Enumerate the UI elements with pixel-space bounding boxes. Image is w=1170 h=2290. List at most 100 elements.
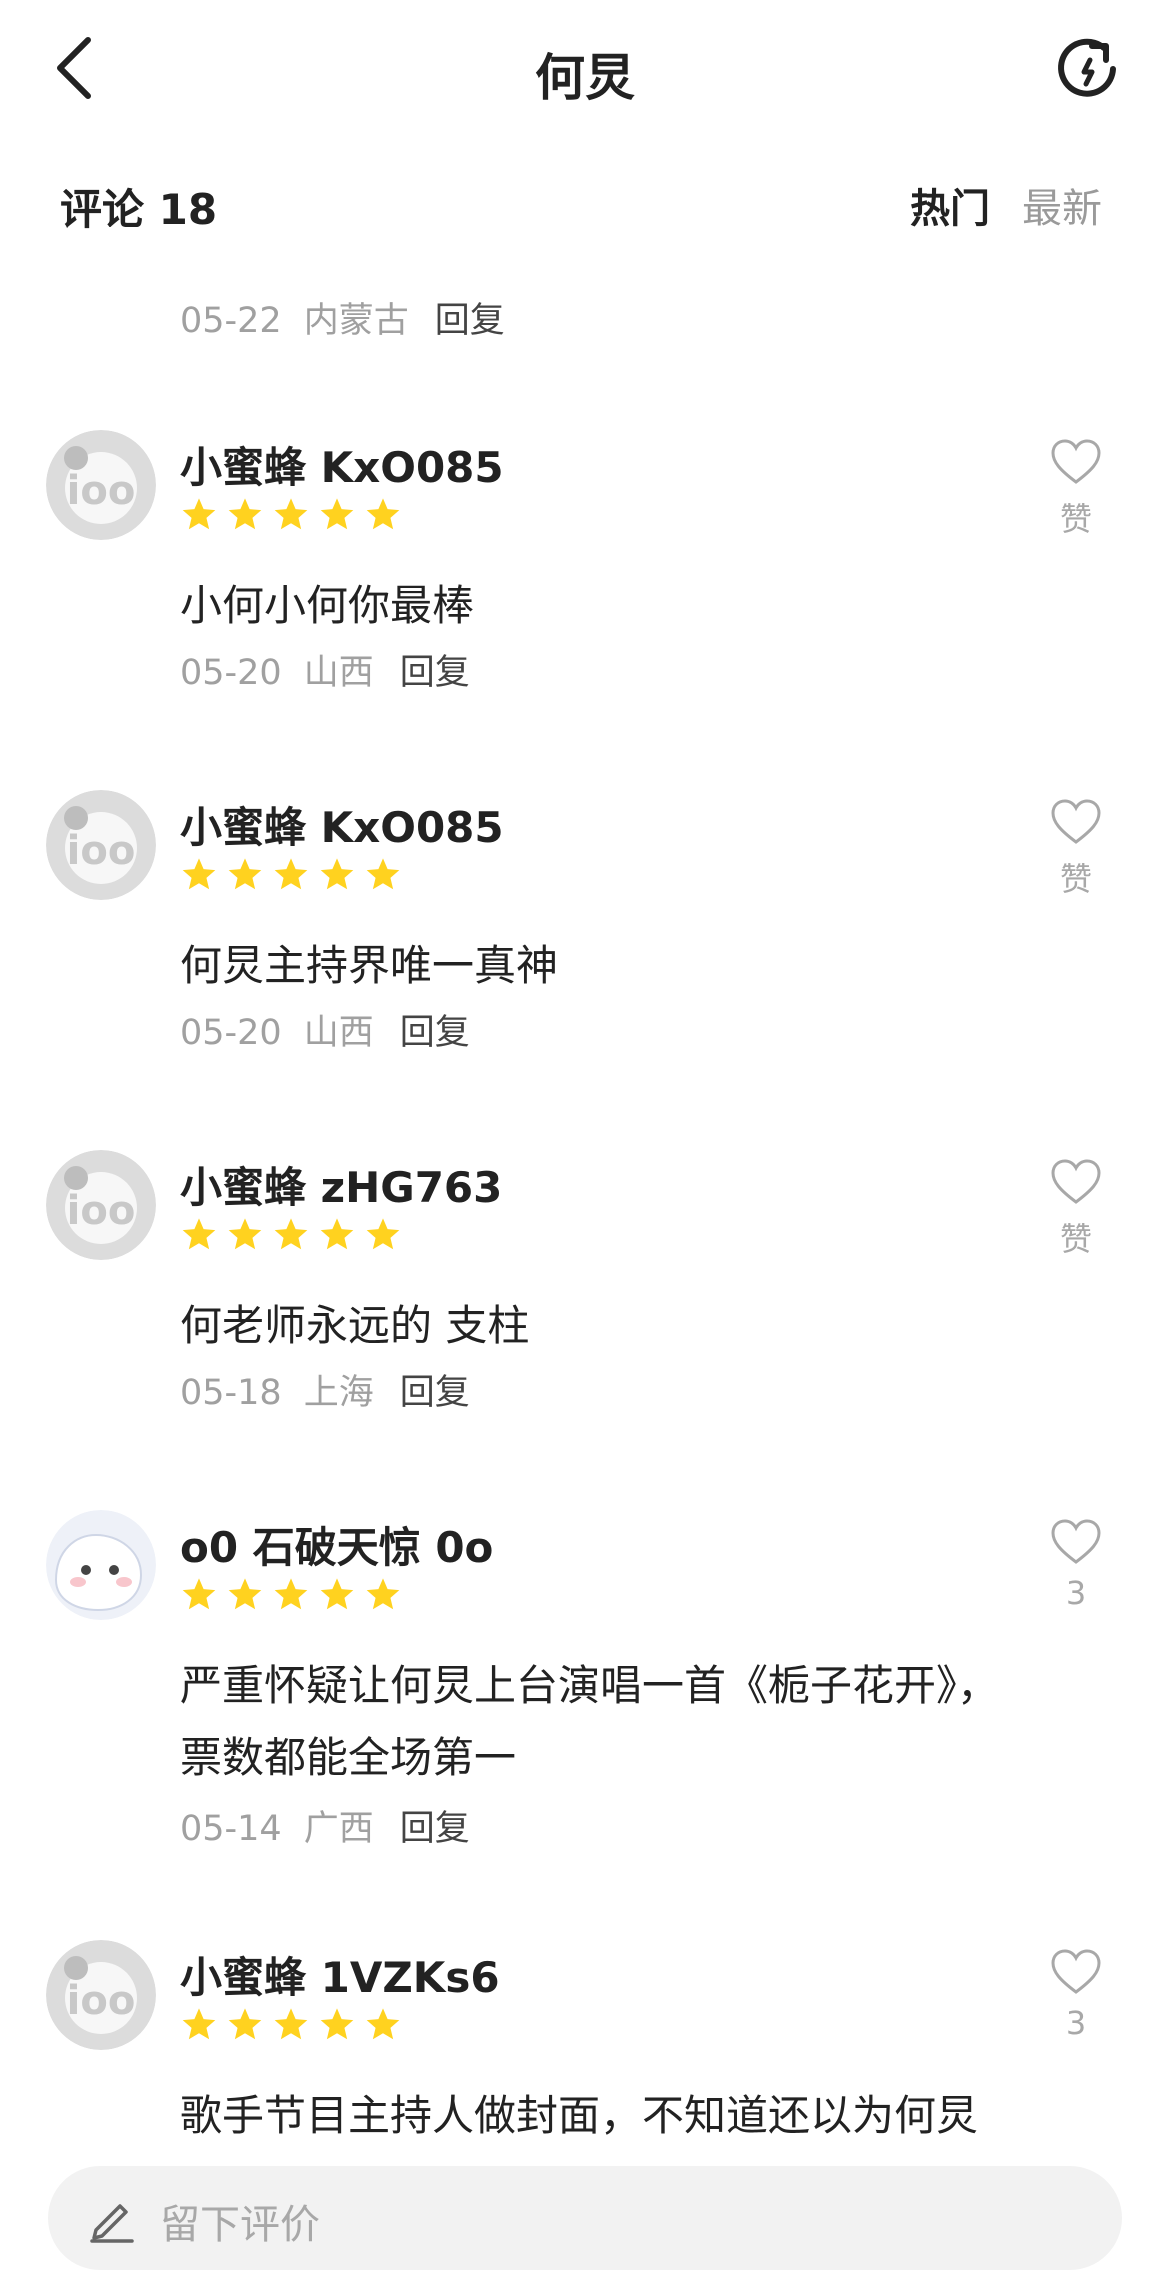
comment-item: ioo 小蜜蜂 zHG763 何老师永远的 支柱 赞 05-18 上海 回复 [0, 1150, 1170, 1450]
heart-icon [1051, 799, 1101, 844]
avatar[interactable] [46, 1510, 156, 1620]
avatar[interactable]: ioo [46, 1940, 156, 2050]
star-icon [366, 1218, 400, 1250]
comment-text: 何炅主持界唯一真神 [180, 941, 559, 990]
star-icon [228, 498, 262, 530]
comment-date: 05-14 [180, 1809, 282, 1849]
rating-stars [180, 496, 410, 540]
comment-username[interactable]: 小蜜蜂 zHG763 [180, 1154, 502, 1215]
star-icon [320, 498, 354, 530]
like-count: 赞 [1059, 500, 1092, 538]
star-icon [320, 858, 354, 890]
comment-location: 山西 [303, 1013, 374, 1053]
comment-text: 小何小何你最棒 [180, 581, 475, 630]
svg-text:ioo: ioo [67, 468, 136, 514]
svg-text:ioo: ioo [67, 828, 136, 874]
like-count: 3 [1065, 2004, 1087, 2042]
star-icon [274, 858, 308, 890]
comment-location: 上海 [303, 1373, 374, 1413]
comment-item: ioo 小蜜蜂 KxO085 何炅主持界唯一真神 赞 05-20 山西 回复 [0, 790, 1170, 1090]
comment-item: ioo 小蜜蜂 KxO085 小何小何你最棒 赞 05-20 山西 回复 [0, 430, 1170, 730]
reply-button[interactable]: 回复 [400, 1809, 470, 1849]
like-count: 赞 [1059, 860, 1092, 898]
comment-text: 严重怀疑让何炅上台演唱一首《栀子花开》，票数都能全场第一 [180, 1661, 1000, 1782]
star-icon [228, 1218, 262, 1250]
star-icon [366, 2008, 400, 2040]
star-icon [182, 498, 216, 530]
rating-stars [180, 1576, 410, 1620]
star-icon [320, 2008, 354, 2040]
comment-location: 山西 [303, 653, 374, 693]
like-button[interactable]: 3 [1036, 1518, 1116, 1612]
svg-text:ioo: ioo [67, 1978, 136, 2024]
comment-date: 05-18 [180, 1373, 282, 1413]
star-icon [366, 1578, 400, 1610]
avatar[interactable]: ioo [46, 430, 156, 540]
comment-username[interactable]: 小蜜蜂 KxO085 [180, 434, 504, 495]
star-icon [228, 2008, 262, 2040]
comment-date: 05-22 [180, 301, 282, 341]
heart-icon [1051, 439, 1101, 484]
refresh-button[interactable] [1052, 34, 1122, 104]
like-button[interactable]: 3 [1036, 1948, 1116, 2042]
comment-text: 歌手节目主持人做封面，不知道还以为何炅去参赛了 [180, 2091, 979, 2166]
reply-button[interactable]: 回复 [400, 1013, 470, 1053]
star-icon [274, 498, 308, 530]
avatar[interactable]: ioo [46, 1150, 156, 1260]
star-icon [182, 2008, 216, 2040]
comment-username[interactable]: 小蜜蜂 1VZKs6 [180, 1944, 500, 2005]
sort-new-tab[interactable]: 最新 [1022, 176, 1102, 234]
comment-item: o0 石破天惊 0o 严重怀疑让何炅上台演唱一首《栀子花开》，票数都能全场第一 … [0, 1510, 1170, 1880]
star-icon [182, 858, 216, 890]
heart-icon [1051, 1159, 1101, 1204]
comment-date: 05-20 [180, 1013, 282, 1053]
like-button[interactable]: 赞 [1036, 798, 1116, 900]
star-icon [228, 1578, 262, 1610]
comment-date: 05-20 [180, 653, 282, 693]
star-icon [228, 858, 262, 890]
heart-icon [1051, 1519, 1101, 1564]
rating-stars [180, 1216, 410, 1260]
svg-text:ioo: ioo [67, 1188, 136, 1234]
reply-button[interactable]: 回复 [400, 653, 470, 693]
star-icon [274, 1218, 308, 1250]
star-icon [366, 498, 400, 530]
star-icon [320, 1578, 354, 1610]
rating-stars [180, 856, 410, 900]
comment-meta: 05-18 上海 回复 [180, 1364, 470, 1415]
comment-meta: 05-20 山西 回复 [180, 644, 470, 695]
comment-meta: 05-14 广西 回复 [180, 1800, 470, 1851]
comment-item: ioo 小蜜蜂 1VZKs6 歌手节目主持人做封面，不知道还以为何炅去参赛了 3 [0, 1940, 1170, 2166]
page-title: 何炅 [535, 49, 635, 107]
pencil-icon [90, 2204, 134, 2243]
refresh-icon [1058, 38, 1116, 97]
top-bar: 何炅 [0, 0, 1170, 140]
review-input-placeholder: 留下评价 [160, 2202, 320, 2248]
reply-button[interactable]: 回复 [400, 1373, 470, 1413]
heart-icon [1051, 1949, 1101, 1994]
comment-meta: 05-20 山西 回复 [180, 1004, 470, 1055]
star-icon [182, 1578, 216, 1610]
star-icon [274, 1578, 308, 1610]
avatar[interactable]: ioo [46, 790, 156, 900]
sort-hot-tab[interactable]: 热门 [910, 176, 990, 234]
comments-count: 评论 18 [60, 185, 218, 234]
comment-meta: 05-22 内蒙古 回复 [180, 292, 505, 343]
like-count: 3 [1065, 1574, 1087, 1612]
like-button[interactable]: 赞 [1036, 1158, 1116, 1260]
star-icon [320, 1218, 354, 1250]
comment-text: 何老师永远的 支柱 [180, 1301, 530, 1350]
comment-username[interactable]: 小蜜蜂 KxO085 [180, 794, 504, 855]
review-input[interactable]: 留下评价 [48, 2166, 1122, 2270]
reply-button[interactable]: 回复 [435, 301, 505, 341]
comment-username[interactable]: o0 石破天惊 0o [180, 1514, 493, 1575]
star-icon [274, 2008, 308, 2040]
like-button[interactable]: 赞 [1036, 438, 1116, 540]
comment-location: 广西 [303, 1809, 374, 1849]
star-icon [182, 1218, 216, 1250]
comments-header: 评论 18 热门 最新 [0, 170, 1170, 240]
star-icon [366, 858, 400, 890]
rating-stars [180, 2006, 410, 2050]
comment-location: 内蒙古 [303, 301, 409, 341]
like-count: 赞 [1059, 1220, 1092, 1258]
